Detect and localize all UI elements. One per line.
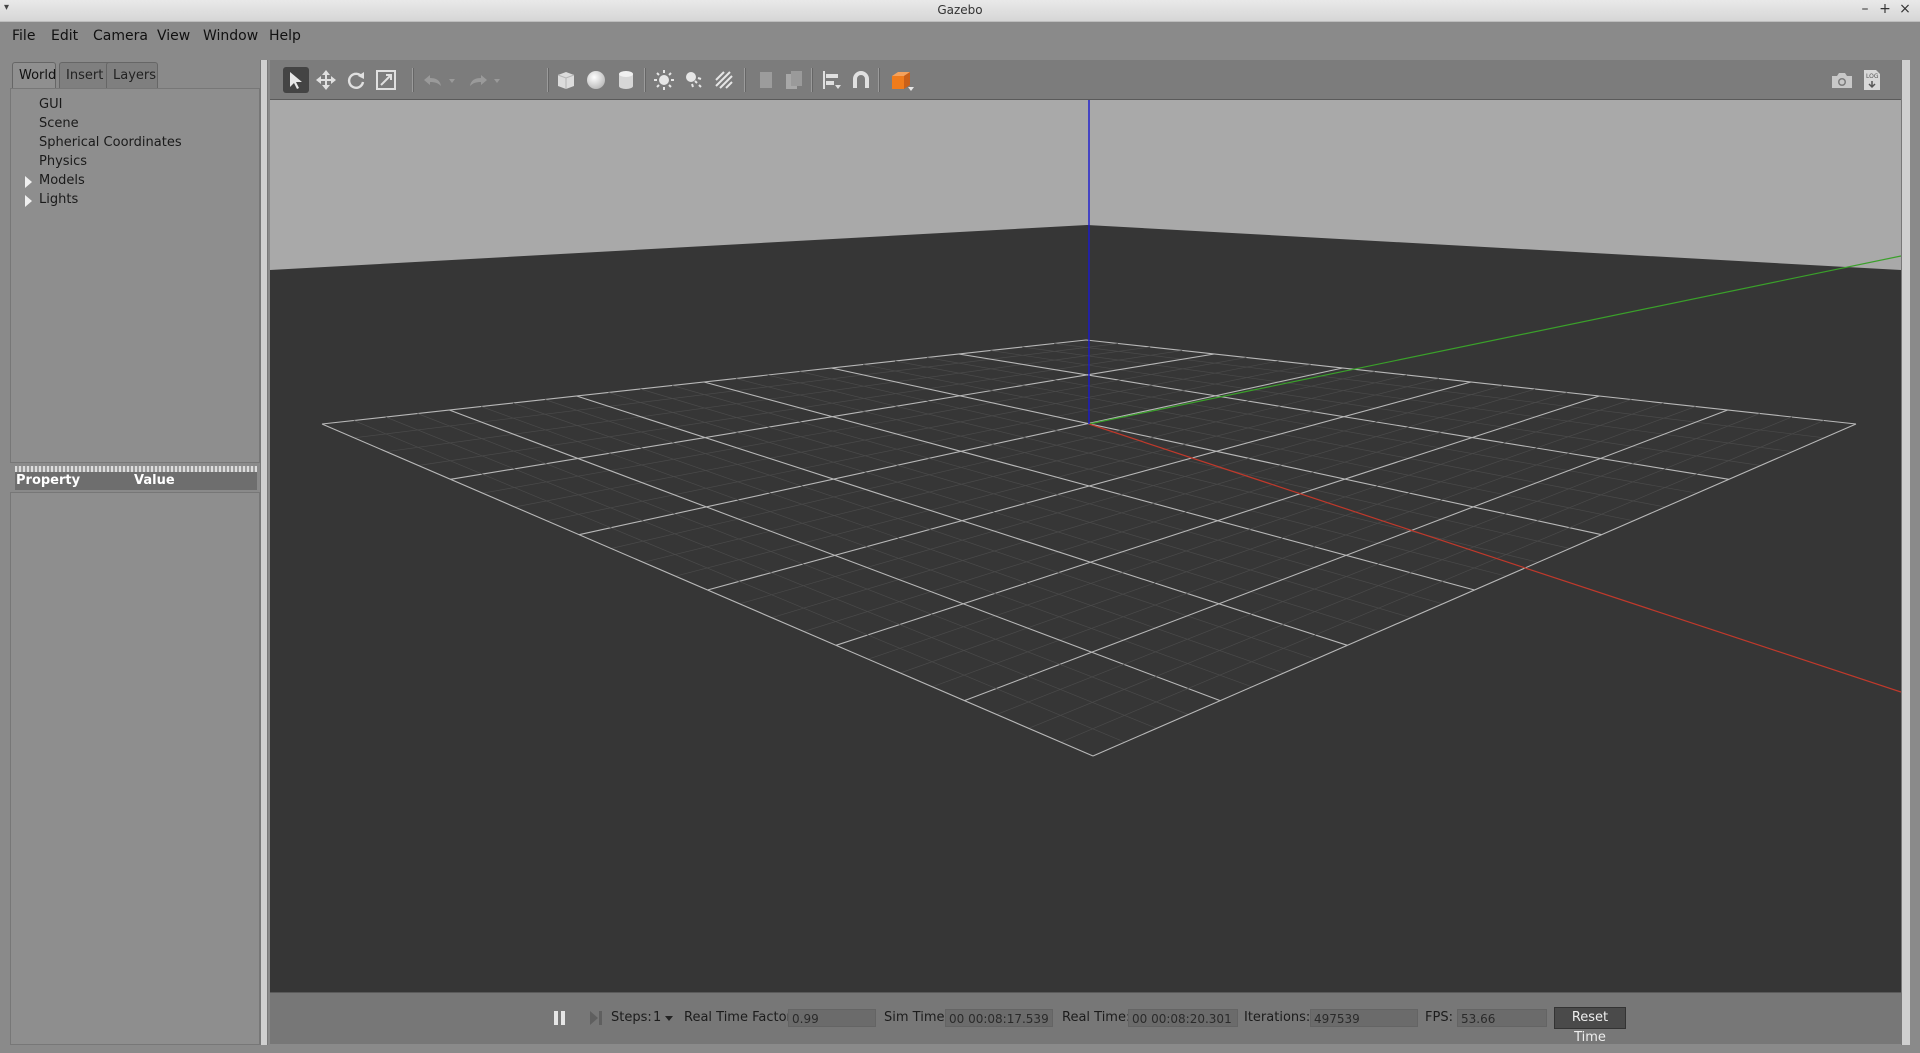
tab-layers[interactable]: Layers <box>106 62 158 88</box>
scale-mode-icon[interactable] <box>373 67 399 93</box>
window-title: Gazebo <box>937 3 983 17</box>
right-panel-handle[interactable] <box>1901 60 1910 1045</box>
reset-time-button[interactable]: Reset Time <box>1554 1007 1626 1045</box>
menu-camera[interactable]: Camera <box>93 28 148 44</box>
translate-mode-icon[interactable] <box>313 67 339 93</box>
property-table <box>10 492 260 1045</box>
value-column-header[interactable]: Value <box>134 473 175 488</box>
log-icon[interactable]: LOG <box>1859 67 1885 93</box>
time-panel: Steps: 1 Real Time Factor: 0.99 Sim Time… <box>270 992 1901 1045</box>
real-time-label: Real Time: <box>1062 1010 1131 1025</box>
paste-icon[interactable] <box>781 67 807 93</box>
box-shape-icon[interactable] <box>553 67 579 93</box>
pause-icon[interactable] <box>551 1007 569 1029</box>
steps-label: Steps: <box>611 1010 652 1025</box>
menu-bar: File Edit Camera View Window Help <box>0 22 1920 50</box>
fps-field: 53.66 <box>1457 1009 1547 1027</box>
expand-arrow-icon[interactable] <box>25 195 32 207</box>
undo-history-icon[interactable] <box>445 67 459 93</box>
view-angle-icon[interactable] <box>887 67 917 93</box>
toolbar-separator <box>412 68 414 92</box>
svg-text:LOG: LOG <box>1866 73 1879 80</box>
close-icon[interactable]: × <box>1897 1 1913 17</box>
menu-window[interactable]: Window <box>203 28 258 44</box>
real-time-factor-label: Real Time Factor: <box>684 1010 797 1025</box>
menu-help[interactable]: Help <box>269 28 301 44</box>
tab-world[interactable]: World <box>12 62 56 88</box>
menu-view[interactable]: View <box>157 28 190 44</box>
steps-dropdown-icon[interactable] <box>665 1016 673 1021</box>
spot-light-icon[interactable] <box>681 67 707 93</box>
real-time-field: 00 00:08:20.301 <box>1128 1009 1238 1027</box>
iterations-field: 497539 <box>1310 1009 1418 1027</box>
minimize-icon[interactable]: – <box>1857 1 1873 17</box>
directional-light-icon[interactable] <box>711 67 737 93</box>
align-icon[interactable] <box>818 67 844 93</box>
tree-item-physics[interactable]: Physics <box>39 154 87 169</box>
tree-item-models[interactable]: Models <box>39 173 85 188</box>
snap-icon[interactable] <box>848 67 874 93</box>
sim-time-label: Sim Time: <box>884 1010 949 1025</box>
left-panel-splitter[interactable] <box>260 60 268 1045</box>
tree-item-scene[interactable]: Scene <box>39 116 79 131</box>
tree-item-gui[interactable]: GUI <box>39 97 62 112</box>
step-icon[interactable] <box>587 1007 605 1029</box>
toolbar-separator <box>547 68 549 92</box>
undo-icon[interactable] <box>420 67 446 93</box>
redo-history-icon[interactable] <box>490 67 504 93</box>
cylinder-shape-icon[interactable] <box>613 67 639 93</box>
tree-item-spherical-coordinates[interactable]: Spherical Coordinates <box>39 135 182 150</box>
screenshot-icon[interactable] <box>1829 67 1855 93</box>
world-tree: GUI Scene Spherical Coordinates Physics … <box>10 88 260 463</box>
toolbar-separator <box>811 68 813 92</box>
real-time-factor-field: 0.99 <box>788 1009 876 1027</box>
tab-insert[interactable]: Insert <box>59 62 111 88</box>
expand-arrow-icon[interactable] <box>25 176 32 188</box>
title-bar: ▾ Gazebo – + × <box>0 0 1920 22</box>
menu-edit[interactable]: Edit <box>51 28 78 44</box>
iterations-label: Iterations: <box>1244 1010 1311 1025</box>
toolbar-separator <box>878 68 880 92</box>
copy-icon[interactable] <box>753 67 779 93</box>
menu-file[interactable]: File <box>12 28 35 44</box>
toolbar-separator <box>644 68 646 92</box>
sim-time-field: 00 00:08:17.539 <box>945 1009 1053 1027</box>
sphere-shape-icon[interactable] <box>583 67 609 93</box>
3d-viewport[interactable] <box>270 100 1901 992</box>
tree-item-lights[interactable]: Lights <box>39 192 78 207</box>
maximize-icon[interactable]: + <box>1877 1 1893 17</box>
property-table-header: Property Value <box>15 472 257 490</box>
redo-icon[interactable] <box>465 67 491 93</box>
scene-canvas[interactable] <box>270 100 1901 992</box>
fps-label: FPS: <box>1425 1010 1453 1025</box>
select-mode-icon[interactable] <box>283 67 309 93</box>
steps-value[interactable]: 1 <box>653 1010 661 1025</box>
toolbar: LOG <box>270 60 1901 100</box>
property-column-header[interactable]: Property <box>16 473 80 488</box>
rotate-mode-icon[interactable] <box>343 67 369 93</box>
left-panel: World Insert Layers GUI Scene Spherical … <box>10 60 260 1045</box>
point-light-icon[interactable] <box>651 67 677 93</box>
toolbar-separator <box>744 68 746 92</box>
